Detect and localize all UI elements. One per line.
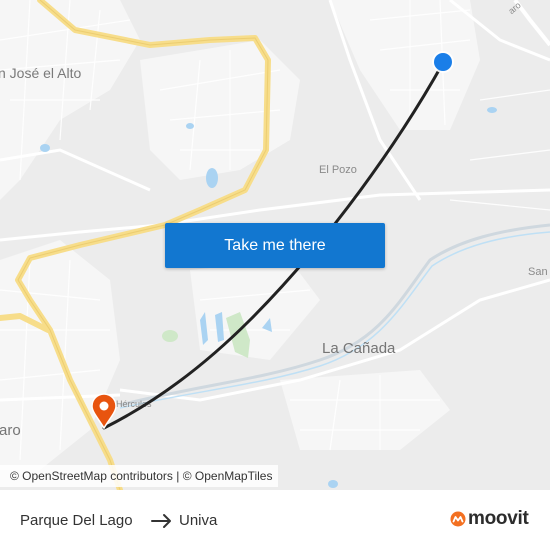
route-destination-label: Univa bbox=[179, 512, 218, 529]
origin-marker[interactable] bbox=[432, 51, 454, 73]
moovit-logo: moovit bbox=[450, 508, 529, 530]
map-canvas[interactable]: n José el Alto El Pozo La Cañada San Hér… bbox=[0, 0, 550, 490]
take-me-there-button[interactable]: Take me there bbox=[165, 223, 385, 268]
route-origin-label: Parque Del Lago bbox=[20, 512, 133, 529]
moovit-logo-icon bbox=[450, 511, 466, 527]
arrow-right-icon bbox=[151, 514, 171, 528]
map-attribution[interactable]: © OpenStreetMap contributors | © OpenMap… bbox=[0, 465, 279, 487]
moovit-brand-name: moovit bbox=[468, 508, 529, 529]
